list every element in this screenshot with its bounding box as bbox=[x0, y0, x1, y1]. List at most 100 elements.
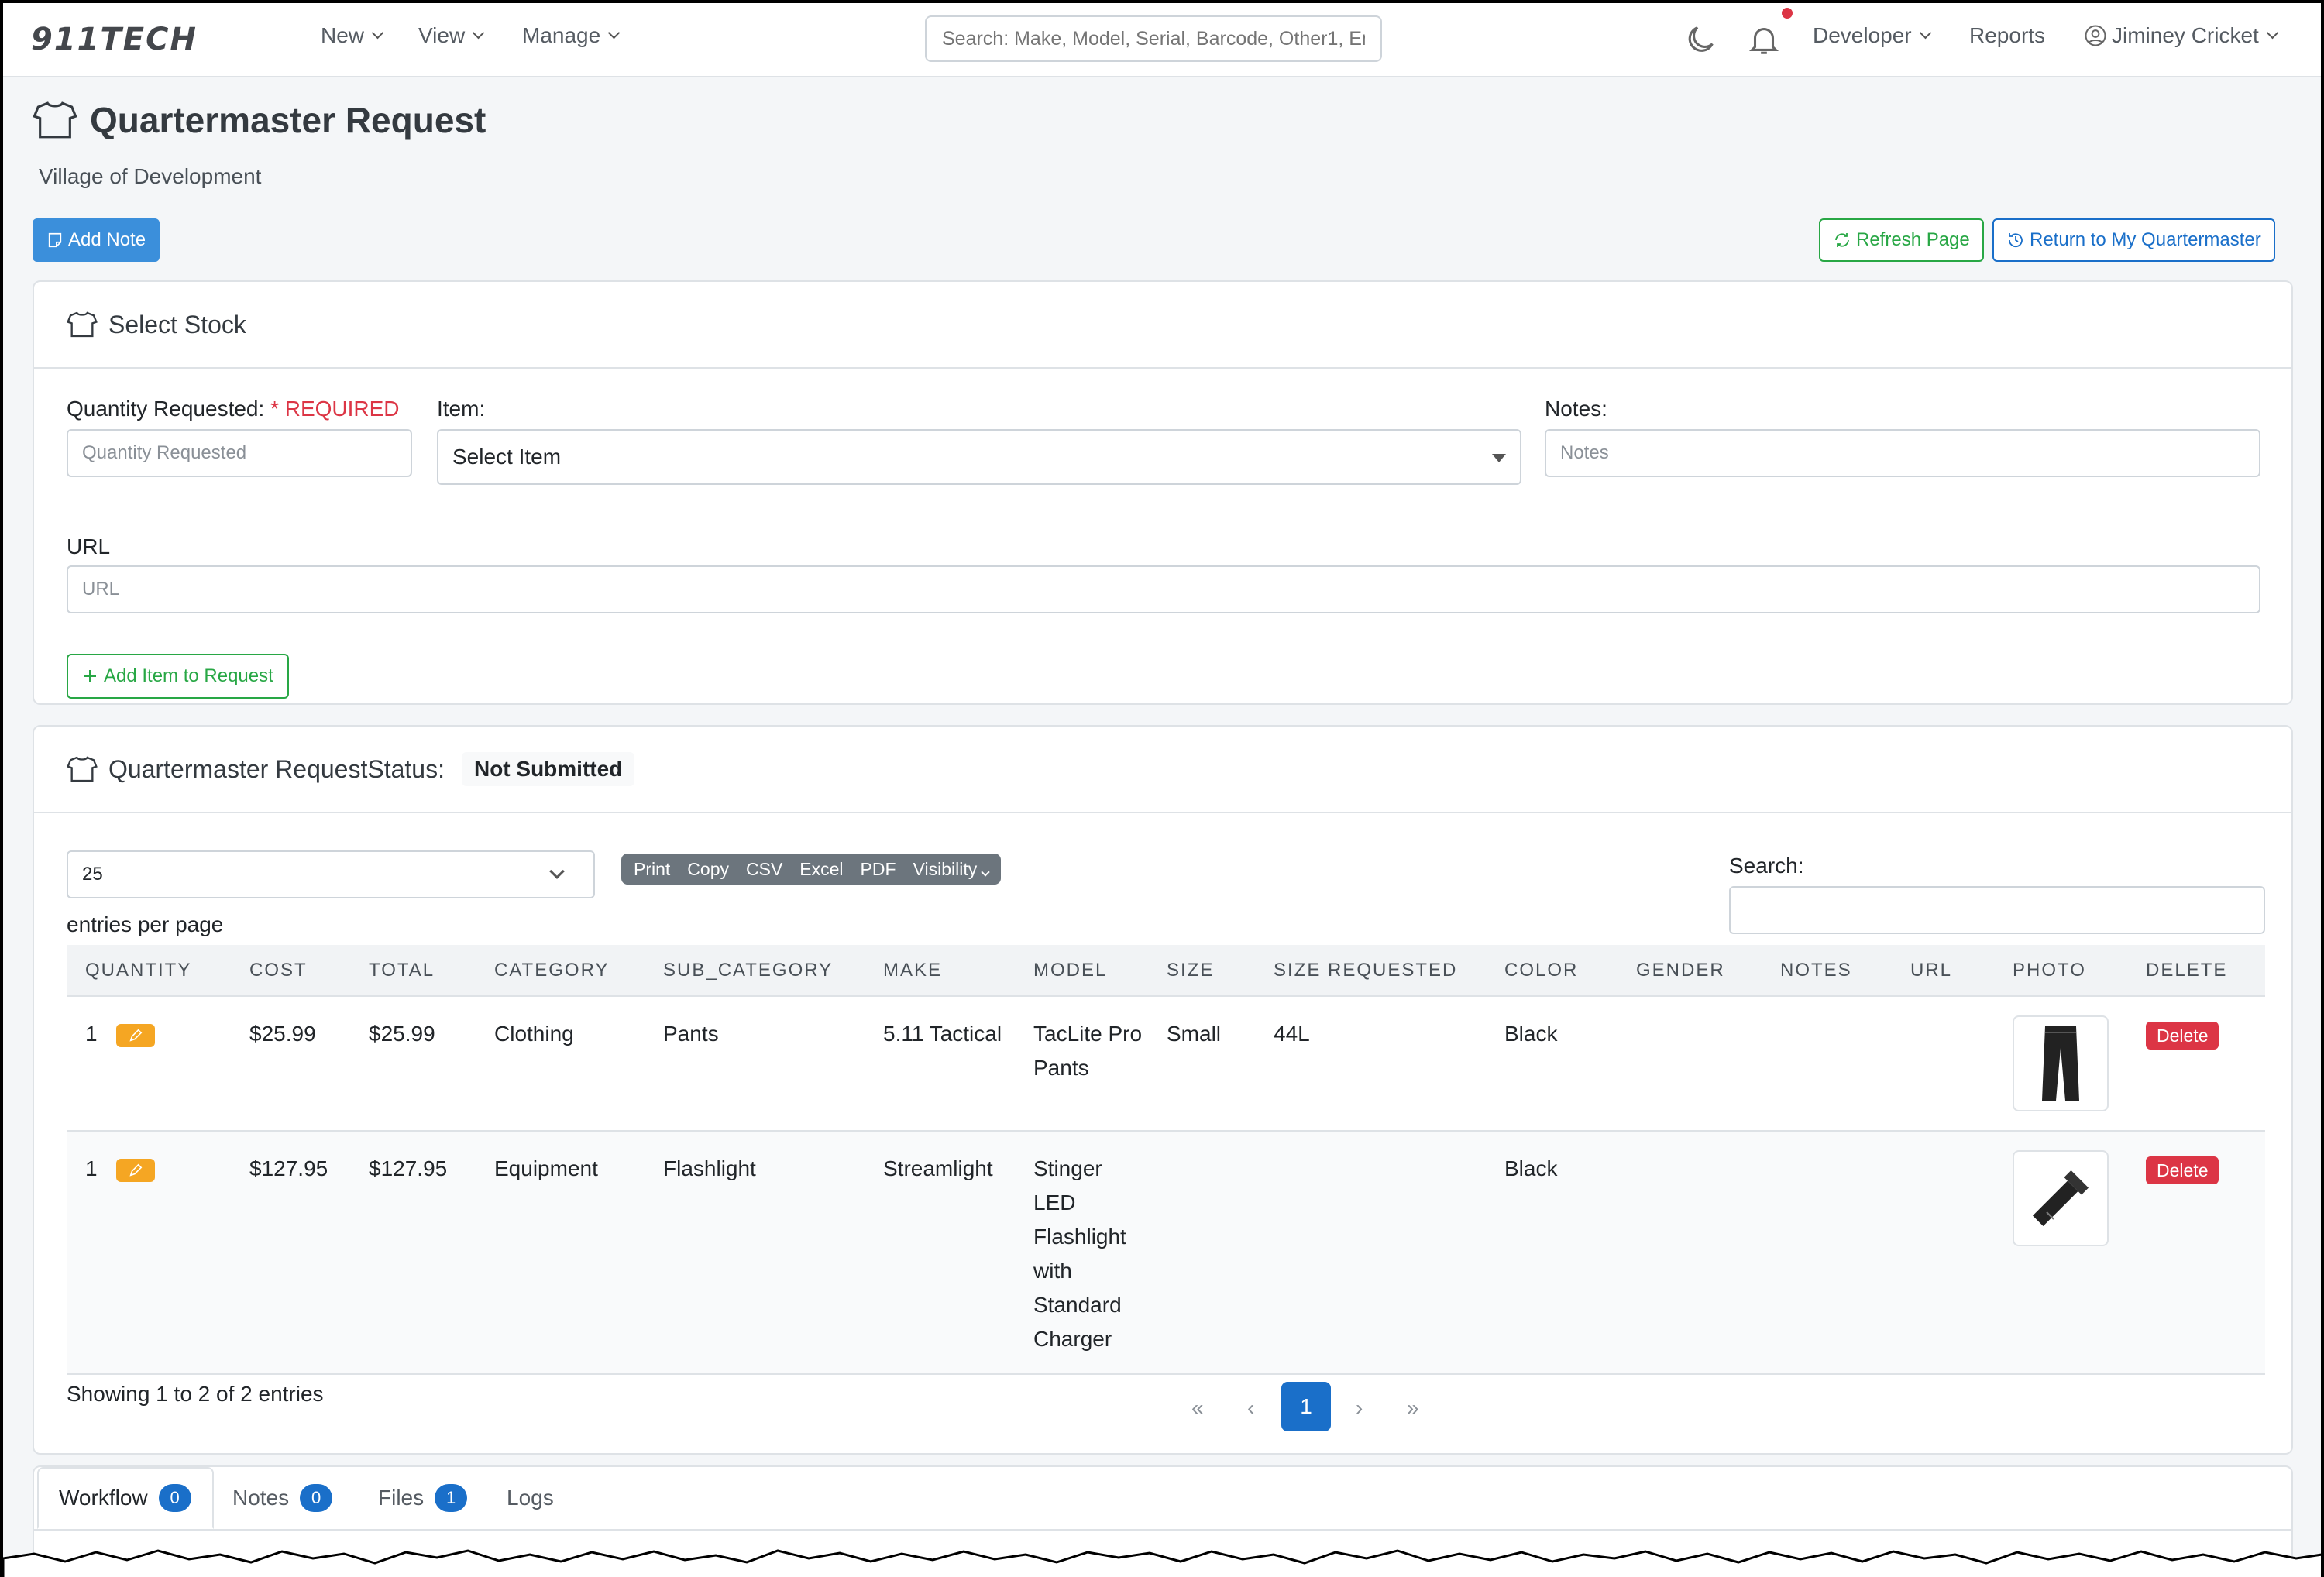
col-model[interactable]: MODEL bbox=[1015, 945, 1148, 997]
tab-files-badge: 1 bbox=[435, 1484, 468, 1512]
col-gender[interactable]: GENDER bbox=[1618, 945, 1762, 997]
cell-photo bbox=[1994, 1131, 2127, 1375]
copy-button[interactable]: Copy bbox=[687, 859, 729, 880]
excel-button[interactable]: Excel bbox=[799, 859, 843, 880]
edit-quantity-button[interactable] bbox=[115, 1158, 155, 1182]
global-search-input[interactable] bbox=[925, 15, 1382, 62]
pants-photo[interactable] bbox=[2013, 1015, 2109, 1111]
tab-notes[interactable]: Notes 0 bbox=[232, 1467, 333, 1529]
menu-new[interactable]: New bbox=[321, 23, 384, 48]
col-sub-category[interactable]: SUB_CATEGORY bbox=[645, 945, 865, 997]
flashlight-photo[interactable] bbox=[2013, 1150, 2109, 1246]
col-size-requested[interactable]: SIZE REQUESTED bbox=[1255, 945, 1486, 997]
cell-total: $25.99 bbox=[350, 996, 476, 1132]
notification-dot bbox=[1782, 8, 1793, 19]
table-search-input[interactable] bbox=[1729, 886, 2265, 934]
cell-category: Equipment bbox=[476, 1131, 645, 1375]
cell-make: Streamlight bbox=[865, 1131, 1015, 1375]
cell-total: $127.95 bbox=[350, 1131, 476, 1375]
cell-size bbox=[1148, 1131, 1255, 1375]
page-title-text: Quartermaster Request bbox=[90, 100, 486, 140]
add-item-to-request-button[interactable]: Add Item to Request bbox=[67, 654, 289, 699]
chevron-down-icon bbox=[371, 26, 384, 39]
col-notes[interactable]: NOTES bbox=[1762, 945, 1892, 997]
cell-sub-category: Pants bbox=[645, 996, 865, 1132]
refresh-page-button[interactable]: Refresh Page bbox=[1819, 218, 1984, 262]
add-note-button[interactable]: Add Note bbox=[33, 218, 160, 262]
history-icon bbox=[2009, 233, 2023, 248]
chevron-down-icon bbox=[980, 867, 990, 877]
col-color[interactable]: COLOR bbox=[1486, 945, 1618, 997]
edit-quantity-button[interactable] bbox=[115, 1023, 155, 1047]
cell-make: 5.11 Tactical bbox=[865, 996, 1015, 1132]
cell-url bbox=[1892, 996, 1994, 1132]
col-quantity[interactable]: QUANTITY bbox=[67, 945, 231, 997]
tab-logs[interactable]: Logs bbox=[507, 1467, 554, 1529]
cell-color: Black bbox=[1486, 996, 1618, 1132]
item-label: Item: bbox=[437, 397, 486, 421]
cell-delete: Delete bbox=[2127, 1131, 2265, 1375]
cell-size-requested: 44L bbox=[1255, 996, 1486, 1132]
status-badge: Not Submitted bbox=[461, 752, 635, 786]
col-size[interactable]: SIZE bbox=[1148, 945, 1255, 997]
url-input[interactable]: URL bbox=[67, 565, 2260, 613]
shirt-icon bbox=[67, 311, 98, 338]
col-total[interactable]: TOTAL bbox=[350, 945, 476, 997]
top-navbar: 911TECH New View Manage Developer Report… bbox=[3, 3, 2321, 77]
menu-reports[interactable]: Reports bbox=[1969, 23, 2045, 48]
col-photo[interactable]: PHOTO bbox=[1994, 945, 2127, 997]
notes-input[interactable]: Notes bbox=[1545, 429, 2260, 477]
delete-button[interactable]: Delete bbox=[2146, 1156, 2219, 1184]
user-circle-icon bbox=[2085, 25, 2106, 46]
return-quartermaster-button[interactable]: Return to My Quartermaster bbox=[1992, 218, 2275, 262]
moon-icon[interactable] bbox=[1683, 22, 1718, 57]
quantity-label: Quantity Requested: * REQUIRED bbox=[67, 397, 400, 421]
print-button[interactable]: Print bbox=[634, 859, 670, 880]
quantity-value: 1 bbox=[85, 1156, 98, 1180]
col-delete[interactable]: DELETE bbox=[2127, 945, 2265, 997]
showing-entries-text: Showing 1 to 2 of 2 entries bbox=[67, 1382, 324, 1406]
chevron-down-icon bbox=[472, 26, 485, 39]
pdf-button[interactable]: PDF bbox=[861, 859, 896, 880]
entries-per-page-select[interactable]: 25 bbox=[67, 850, 595, 898]
pager-next[interactable]: › bbox=[1356, 1396, 1363, 1421]
brand-logo[interactable]: 911TECH bbox=[31, 22, 198, 57]
cell-color: Black bbox=[1486, 1131, 1618, 1375]
add-note-label: Add Note bbox=[68, 229, 146, 250]
user-menu[interactable]: Jiminey Cricket bbox=[2084, 23, 2279, 48]
menu-manage[interactable]: Manage bbox=[522, 23, 621, 48]
csv-button[interactable]: CSV bbox=[746, 859, 782, 880]
flashlight-image bbox=[2033, 1170, 2089, 1226]
pencil-icon bbox=[129, 1163, 142, 1177]
table-search-label: Search: bbox=[1729, 854, 1804, 878]
quantity-input[interactable]: Quantity Requested bbox=[67, 429, 412, 477]
pager-last[interactable]: » bbox=[1407, 1396, 1419, 1421]
cell-photo bbox=[1994, 996, 2127, 1132]
col-category[interactable]: CATEGORY bbox=[476, 945, 645, 997]
pager-prev[interactable]: ‹ bbox=[1247, 1396, 1254, 1421]
table-header-row: QUANTITY COST TOTAL CATEGORY SUB_CATEGOR… bbox=[67, 945, 2265, 997]
item-select[interactable]: Select Item bbox=[437, 429, 1521, 485]
delete-button[interactable]: Delete bbox=[2146, 1022, 2219, 1050]
menu-developer[interactable]: Developer bbox=[1813, 23, 1931, 48]
tab-workflow[interactable]: Workflow 0 bbox=[37, 1467, 214, 1529]
table-row: 1 $25.99 $25.99 Clothing Pants 5.11 Tact… bbox=[67, 996, 2265, 1132]
col-url[interactable]: URL bbox=[1892, 945, 1994, 997]
note-icon bbox=[48, 232, 62, 248]
tab-files[interactable]: Files 1 bbox=[378, 1467, 468, 1529]
quantity-label-text: Quantity Requested: bbox=[67, 397, 265, 421]
col-make[interactable]: MAKE bbox=[865, 945, 1015, 997]
cell-delete: Delete bbox=[2127, 996, 2265, 1132]
tab-notes-badge: 0 bbox=[300, 1484, 333, 1512]
entries-value: 25 bbox=[82, 864, 103, 885]
cell-quantity: 1 bbox=[67, 1131, 231, 1375]
col-cost[interactable]: COST bbox=[231, 945, 350, 997]
item-select-value: Select Item bbox=[452, 445, 562, 469]
visibility-button[interactable]: Visibility bbox=[913, 859, 990, 880]
menu-view[interactable]: View bbox=[418, 23, 485, 48]
bell-icon[interactable] bbox=[1746, 22, 1782, 57]
user-name: Jiminey Cricket bbox=[2112, 23, 2259, 47]
cell-category: Clothing bbox=[476, 996, 645, 1132]
pager-first[interactable]: « bbox=[1191, 1396, 1204, 1421]
pager-current-page[interactable]: 1 bbox=[1281, 1382, 1331, 1431]
